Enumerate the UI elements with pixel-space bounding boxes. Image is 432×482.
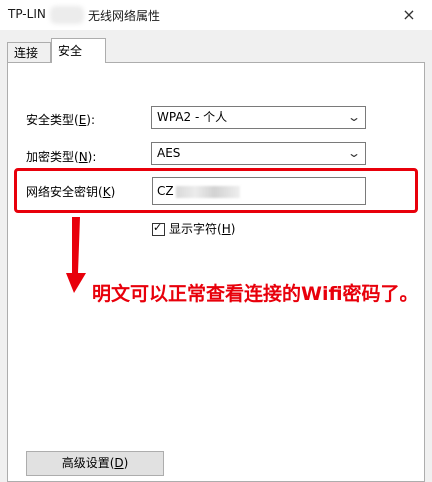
security-type-label: 安全类型(E): [26,113,96,127]
encryption-type-label: 加密类型(N): [26,150,97,164]
encryption-type-value: AES [157,146,181,160]
tab-connection[interactable]: 连接 [7,42,51,62]
advanced-settings-button[interactable]: 高级设置(D) [26,451,164,476]
tab-security[interactable]: 安全 [51,38,106,63]
redacted-network-name [50,6,84,24]
encryption-type-select[interactable]: AES ⌄ [151,142,366,165]
show-characters-row[interactable]: 显示字符(H) [152,222,235,236]
show-characters-checkbox[interactable] [152,222,165,236]
title-bar: TP-LIN 无线网络属性 × [0,0,432,30]
chevron-down-icon: ⌄ [346,110,362,124]
security-type-select[interactable]: WPA2 - 个人 ⌄ [151,106,366,129]
security-type-value: WPA2 - 个人 [157,110,228,124]
annotation-text: 明文可以正常查看连接的Wifi密码了。 [92,283,419,305]
red-highlight-box [14,168,418,213]
show-characters-label: 显示字符(H) [169,222,236,236]
window-title-prefix: TP-LIN [8,7,46,21]
chevron-down-icon: ⌄ [346,146,362,160]
close-icon[interactable]: × [386,0,432,30]
window-title: 无线网络属性 [88,9,161,23]
